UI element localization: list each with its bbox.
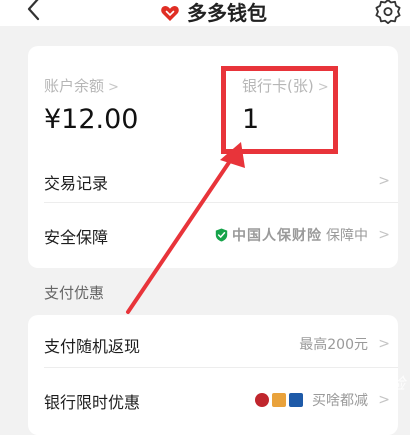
highlight-box (221, 66, 338, 154)
bank-logo-icon (289, 393, 303, 407)
back-arrow-icon[interactable] (22, 0, 48, 22)
divider (44, 202, 398, 203)
shield-check-icon (215, 228, 228, 242)
bank-logo-icon (272, 393, 286, 407)
bank-logo-icon (255, 393, 269, 407)
chevron-right-icon: > (378, 173, 390, 189)
top-bar: 多多钱包 (0, 0, 410, 26)
watermark: Baidu 经验 (320, 374, 406, 393)
balance-value: ¥12.00 (44, 104, 139, 135)
page-title: 多多钱包 (187, 1, 267, 25)
page-title-group: 多多钱包 (160, 0, 267, 26)
security-label: 安全保障 (44, 228, 109, 247)
gear-icon[interactable] (374, 0, 402, 26)
section-title: 支付优惠 (44, 284, 105, 302)
cashback-label: 支付随机返现 (44, 337, 141, 356)
security-row[interactable]: 安全保障 中国人保财险 保障中 > (44, 218, 390, 252)
cashback-detail: 最高200元 (299, 337, 368, 353)
chevron-right-icon: > (378, 336, 390, 352)
security-detail: 中国人保财险 保障中 (215, 225, 368, 245)
divider (44, 367, 398, 368)
chevron-right-icon: > (108, 80, 119, 95)
cashback-row[interactable]: 支付随机返现 最高200元 > (44, 327, 390, 361)
transaction-history-label: 交易记录 (44, 174, 109, 193)
wallet-summary-card: 账户余额 > ¥12.00 银行卡(张) > 1 交易记录 > 安全保障 中国人保财… (28, 46, 398, 268)
bank-logos (255, 393, 306, 407)
transaction-history-row[interactable]: 交易记录 > (44, 164, 390, 198)
chevron-right-icon: > (378, 227, 390, 243)
heart-logo-icon (161, 6, 179, 21)
balance-link[interactable]: 账户余额 > (44, 75, 119, 96)
bank-offer-label: 银行限时优惠 (44, 393, 141, 412)
security-status: 保障中 (326, 228, 368, 244)
insurer-name: 中国人保财险 (232, 228, 322, 244)
chevron-right-icon: > (378, 392, 390, 408)
balance-label: 账户余额 (44, 77, 105, 95)
